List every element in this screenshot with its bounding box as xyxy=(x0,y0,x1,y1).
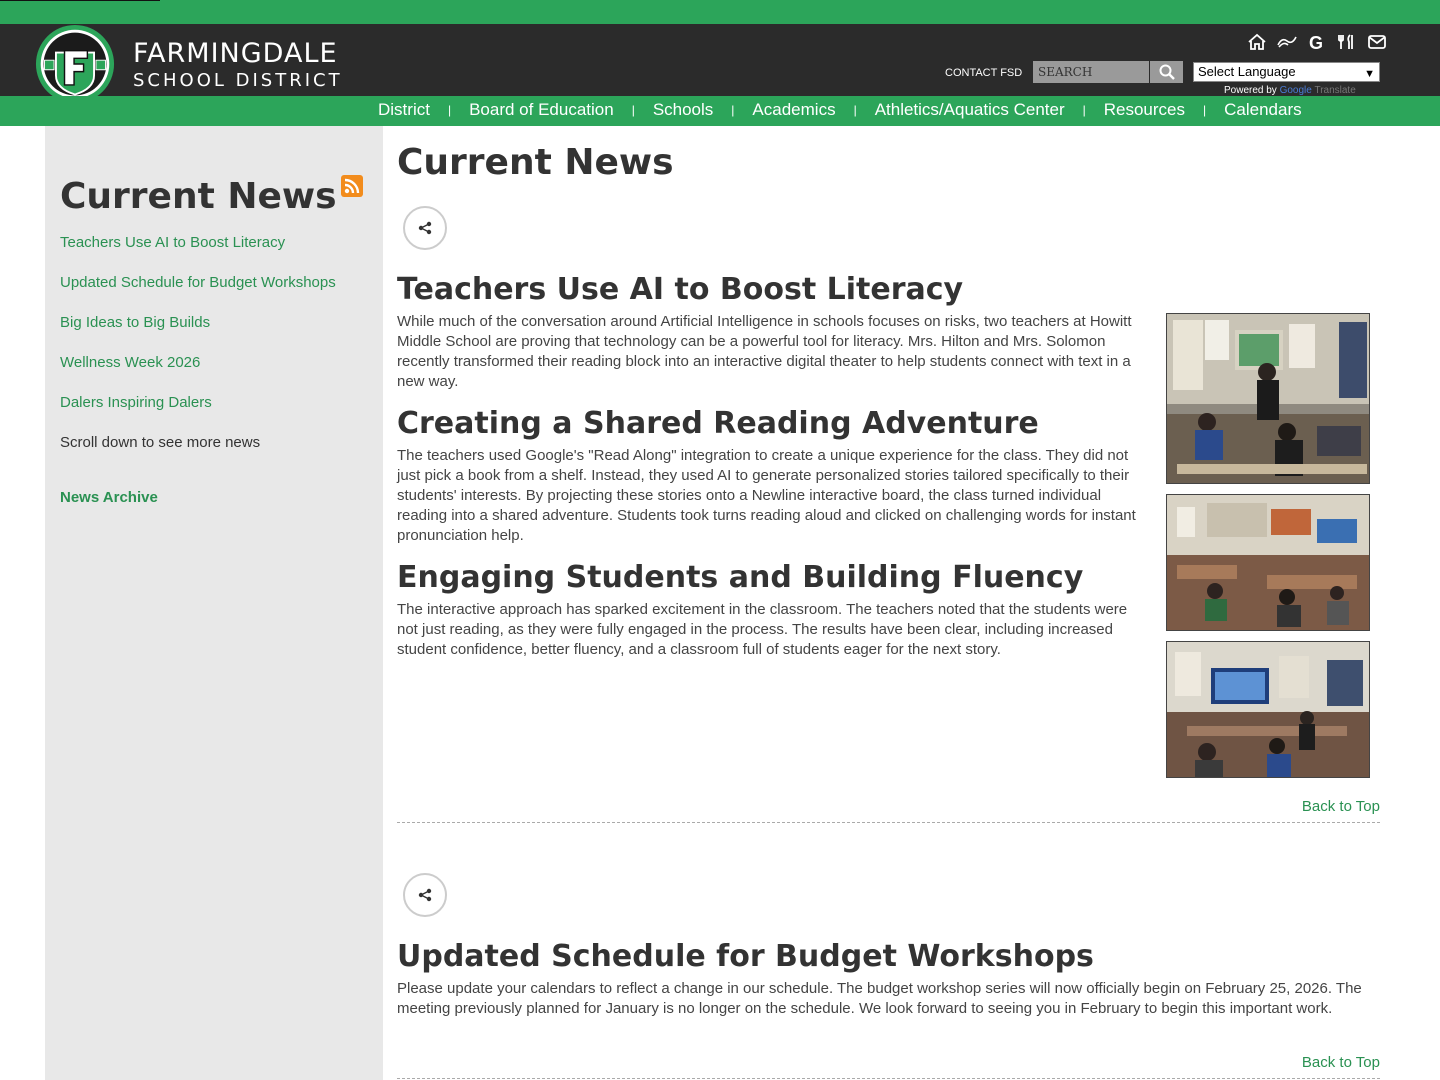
search-icon xyxy=(1159,64,1175,80)
district-logo[interactable] xyxy=(33,24,117,104)
nav-item-label[interactable]: Board of Education xyxy=(469,100,614,120)
nav-separator: | xyxy=(631,103,635,117)
share-icon xyxy=(418,221,432,235)
share-icon xyxy=(418,888,432,902)
chevron-down-icon: ▼ xyxy=(1364,68,1375,80)
google-icon[interactable]: G xyxy=(1306,33,1328,51)
nav-separator: | xyxy=(853,103,857,117)
article-paragraph: While much of the conversation around Ar… xyxy=(397,313,1132,390)
google-label: Google xyxy=(1279,85,1312,96)
link-icon[interactable] xyxy=(1276,33,1298,51)
nav-item[interactable]: | Athletics/Aquatics Center xyxy=(836,100,1065,120)
quick-icons: G xyxy=(1246,33,1388,51)
home-icon[interactable] xyxy=(1246,33,1268,51)
article-subheading: Engaging Students and Building Fluency xyxy=(397,560,1084,595)
brand-name[interactable]: FARMINGDALE xyxy=(133,38,338,69)
sidebar-title: Current News xyxy=(60,176,337,217)
article-paragraph: The teachers used Google's "Read Along" … xyxy=(397,447,1136,544)
nav-item[interactable]: District xyxy=(378,100,430,120)
powered-by-label: Powered by xyxy=(1224,85,1277,96)
nav-item-label[interactable]: Schools xyxy=(653,100,713,120)
sidebar-news-link[interactable]: Updated Schedule for Budget Workshops xyxy=(60,274,336,314)
rss-icon[interactable] xyxy=(341,175,363,197)
nav-item[interactable]: | Academics xyxy=(713,100,835,120)
language-select-value: Select Language xyxy=(1198,64,1296,79)
search-button[interactable] xyxy=(1150,61,1183,83)
sidebar-news-link[interactable]: Big Ideas to Big Builds xyxy=(60,314,336,354)
article-paragraph: Please update your calendars to reflect … xyxy=(397,980,1362,1017)
article-subheading: Creating a Shared Reading Adventure xyxy=(397,406,1039,441)
translate-link[interactable]: Translate xyxy=(1314,85,1355,96)
article-paragraph: The interactive approach has sparked exc… xyxy=(397,601,1128,658)
dining-icon[interactable] xyxy=(1336,33,1358,51)
share-button[interactable] xyxy=(403,206,447,250)
language-select[interactable]: Select Language ▼ xyxy=(1193,62,1380,82)
back-to-top-link[interactable]: Back to Top xyxy=(1302,798,1380,815)
nav-item[interactable]: | Board of Education xyxy=(430,100,614,120)
back-to-top-link[interactable]: Back to Top xyxy=(1302,1054,1380,1071)
svg-text:G: G xyxy=(1309,33,1323,51)
article-photo[interactable] xyxy=(1166,313,1370,484)
news-archive-link[interactable]: News Archive xyxy=(60,489,158,506)
sidebar: Current News Teachers Use AI to Boost Li… xyxy=(45,126,383,1080)
nav-separator: | xyxy=(447,103,452,117)
article-title: Updated Schedule for Budget Workshops xyxy=(397,939,1094,974)
nav-item-label[interactable]: Calendars xyxy=(1224,100,1302,120)
nav-item[interactable]: | Resources xyxy=(1065,100,1185,120)
sidebar-news-link[interactable]: Wellness Week 2026 xyxy=(60,354,336,394)
mail-icon[interactable] xyxy=(1366,33,1388,51)
top-accent-bar xyxy=(0,0,1440,24)
brand-subtitle[interactable]: SCHOOL DISTRICT xyxy=(133,70,343,91)
nav-item-label[interactable]: Resources xyxy=(1104,100,1185,120)
divider xyxy=(397,1078,1380,1079)
article-photo[interactable] xyxy=(1166,494,1370,631)
page-title: Current News xyxy=(397,142,674,183)
article-photo[interactable] xyxy=(1166,641,1370,778)
nav-item[interactable]: | Calendars xyxy=(1185,100,1302,120)
nav-separator: | xyxy=(731,103,735,117)
contact-link[interactable]: CONTACT FSD xyxy=(945,67,1022,79)
divider xyxy=(397,822,1380,823)
nav-item-label[interactable]: Academics xyxy=(752,100,835,120)
sidebar-note: Scroll down to see more news xyxy=(60,434,261,451)
search-input[interactable]: SEARCH xyxy=(1033,61,1149,83)
share-button[interactable] xyxy=(403,873,447,917)
main-nav: District | Board of Education | Schools | Acad… xyxy=(0,96,1440,126)
nav-item[interactable]: | Schools xyxy=(614,100,714,120)
nav-item-label[interactable]: District xyxy=(378,100,430,120)
nav-separator: | xyxy=(1082,103,1086,117)
nav-item-label[interactable]: Athletics/Aquatics Center xyxy=(875,100,1065,120)
site-header: FARMINGDALE SCHOOL DISTRICT G CONTACT FS… xyxy=(0,24,1440,104)
powered-by: Powered by Google Translate xyxy=(1224,85,1356,96)
article-title: Teachers Use AI to Boost Literacy xyxy=(397,272,964,307)
sidebar-news-link[interactable]: Teachers Use AI to Boost Literacy xyxy=(60,234,336,274)
nav-separator: | xyxy=(1203,103,1207,117)
sidebar-news-link[interactable]: Dalers Inspiring Dalers xyxy=(60,394,336,434)
